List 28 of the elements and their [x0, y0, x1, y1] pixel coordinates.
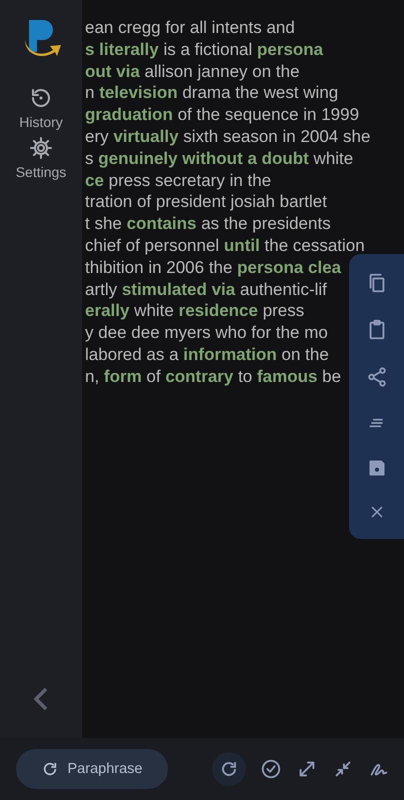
refresh-icon [42, 761, 58, 777]
text-line: labored as a information on the [85, 344, 329, 366]
text-line: out via allison janney on the [85, 60, 300, 82]
nav-label[interactable]: Settings [16, 164, 66, 180]
nav-label[interactable]: History [19, 114, 63, 130]
text-line: artly stimulated via authentic-lif [85, 278, 327, 300]
text-line: thibition in 2006 the persona clea [85, 256, 342, 279]
share-icon[interactable] [366, 366, 388, 388]
text-line: ean cregg for all intents and [85, 17, 295, 39]
text-line: erally white residence press [85, 300, 304, 322]
refresh-button[interactable] [212, 752, 246, 786]
text-line: ce press secretary in the [85, 170, 272, 192]
settings-icon[interactable] [29, 136, 53, 160]
save-icon[interactable] [366, 458, 386, 478]
text-line: graduation of the sequence in 1999 [85, 104, 360, 126]
text-line: y dee dee myers who for the mo [85, 322, 328, 344]
text-line: s literally is a fictional persona [85, 38, 324, 61]
text-line: s genuinely without a doubt white [85, 148, 354, 170]
text-line: ery virtually sixth season in 2004 she [85, 126, 370, 148]
text-line: chief of personnel until the cessation [85, 234, 365, 257]
check-circle-icon[interactable] [260, 758, 282, 780]
text-line: tration of president josiah bartlet [85, 191, 327, 214]
history-icon[interactable] [29, 86, 53, 110]
text-line: n, form of contrary to famous be [85, 366, 342, 388]
text-line: t she contains as the presidents [85, 213, 331, 235]
text-line: n television drama the west wing [85, 82, 338, 104]
refresh-icon [220, 760, 238, 778]
paraphrase-button[interactable]: Paraphrase [16, 749, 168, 789]
